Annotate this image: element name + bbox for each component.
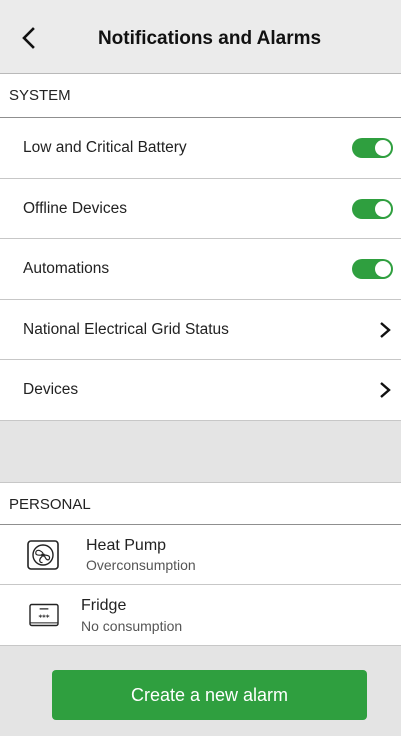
heat-pump-icon (27, 539, 59, 570)
page-title: Notifications and Alarms (97, 28, 322, 49)
chevron-right-icon[interactable] (379, 321, 391, 339)
setting-label: Offline Devices (23, 199, 127, 217)
section-spacer (0, 421, 401, 482)
setting-label: Devices (23, 381, 79, 398)
toggle-knob (375, 140, 391, 156)
notifications-screen: Notifications and Alarms SYSTEM Low and … (0, 0, 401, 736)
section-header-system: SYSTEM (0, 74, 401, 118)
fridge-icon: *** (29, 603, 59, 627)
section-title-personal: PERSONAL (9, 496, 91, 513)
setting-row-national-grid-status[interactable]: National Electrical Grid Status (0, 300, 401, 360)
alarm-row-fridge[interactable]: *** Fridge No consumption (0, 585, 401, 646)
setting-row-offline-devices[interactable]: Offline Devices (0, 179, 401, 239)
alarm-row-heat-pump[interactable]: Heat Pump Overconsumption (0, 525, 401, 585)
toggle-knob (375, 200, 391, 217)
setting-row-low-critical-battery[interactable]: Low and Critical Battery (0, 118, 401, 179)
section-title-system: SYSTEM (9, 87, 71, 104)
alarm-subtitle: Overconsumption (86, 557, 196, 573)
setting-row-devices[interactable]: Devices (0, 360, 401, 421)
create-alarm-button[interactable]: Create a new alarm (52, 670, 367, 720)
toggle-offline-devices[interactable] (352, 198, 393, 219)
toggle-low-critical-battery[interactable] (352, 138, 393, 158)
alarm-subtitle: No consumption (81, 618, 183, 634)
toggle-knob (375, 261, 391, 277)
svg-text:***: *** (39, 613, 50, 621)
section-header-personal: PERSONAL (0, 482, 401, 525)
alarm-title: Heat Pump (86, 537, 167, 554)
setting-label: Automations (23, 260, 110, 277)
chevron-right-icon[interactable] (379, 381, 391, 399)
alarm-title: Fridge (81, 597, 127, 614)
setting-label: Low and Critical Battery (23, 139, 187, 156)
setting-label: National Electrical Grid Status (23, 320, 229, 338)
top-bar: Notifications and Alarms (0, 0, 401, 74)
setting-row-automations[interactable]: Automations (0, 239, 401, 300)
footer-area: Create a new alarm (0, 646, 401, 736)
toggle-automations[interactable] (352, 259, 393, 279)
